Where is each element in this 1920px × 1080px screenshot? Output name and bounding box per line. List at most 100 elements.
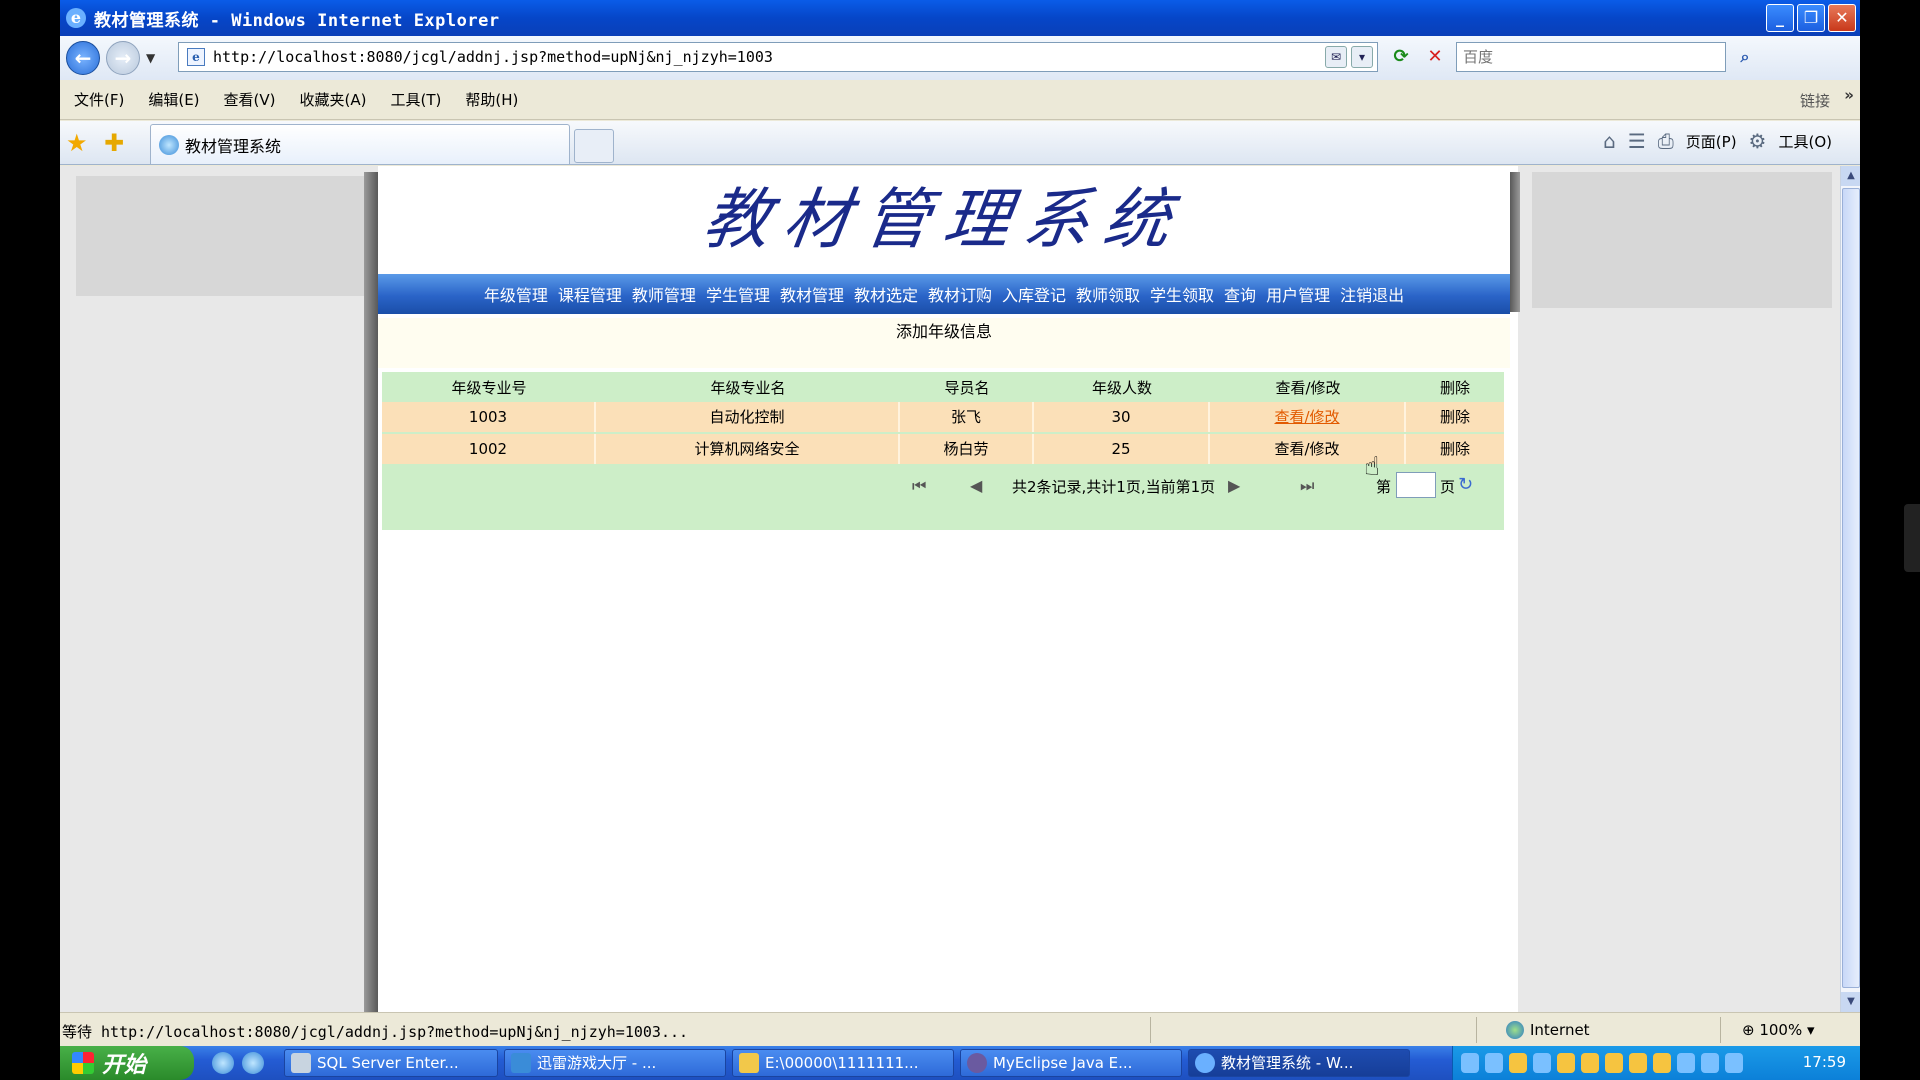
nav-student-receive[interactable]: 学生领取 <box>1150 282 1214 306</box>
menu-view[interactable]: 查看(V) <box>212 89 288 110</box>
scroll-down-icon[interactable]: ▼ <box>1841 992 1860 1012</box>
tray-app-icon[interactable] <box>1509 1053 1527 1073</box>
cell-id: 1003 <box>382 402 596 432</box>
search-box[interactable] <box>1456 42 1726 72</box>
view-edit-link-text[interactable]: 查看/修改 <box>1274 408 1339 426</box>
keyboard-icon[interactable] <box>1461 1053 1479 1073</box>
nav-teacher[interactable]: 教师管理 <box>632 282 696 306</box>
nav-query[interactable]: 查询 <box>1224 282 1256 306</box>
nav-grade[interactable]: 年级管理 <box>484 282 548 306</box>
site-banner: 教材管理系统 <box>378 170 1510 270</box>
page-icon: e <box>187 48 205 66</box>
menu-favorites[interactable]: 收藏夹(A) <box>288 89 379 110</box>
view-edit-link[interactable]: 查看/修改 <box>1210 402 1406 432</box>
task-myeclipse[interactable]: MyEclipse Java E... <box>960 1049 1182 1077</box>
menu-tools[interactable]: 工具(T) <box>378 89 453 110</box>
refresh-icon[interactable]: ⟳ <box>1388 44 1414 70</box>
task-sqlserver[interactable]: SQL Server Enter... <box>284 1049 498 1077</box>
first-page-icon[interactable]: ⏮ <box>912 476 926 496</box>
new-tab-button[interactable] <box>574 129 614 163</box>
gear-icon: ⚙ <box>1748 129 1767 153</box>
back-button[interactable]: ← <box>66 41 100 75</box>
search-input[interactable] <box>1457 43 1725 71</box>
xunlei-icon <box>511 1053 531 1073</box>
task-xunlei[interactable]: 迅雷游戏大厅 - ... <box>504 1049 726 1077</box>
nav-users[interactable]: 用户管理 <box>1266 282 1330 306</box>
delete-link[interactable]: 删除 <box>1406 434 1504 464</box>
command-buttons: ⌂ ☰ ⎙ 页面(P) ⚙ 工具(O) <box>1603 129 1832 153</box>
start-button[interactable]: 开始 <box>60 1046 194 1080</box>
restore-button[interactable]: ❐ <box>1797 4 1825 32</box>
tools-menu[interactable]: 工具(O) <box>1778 131 1832 152</box>
minimize-button[interactable]: _ <box>1766 4 1794 32</box>
nav-order[interactable]: 教材订购 <box>928 282 992 306</box>
next-page-icon[interactable]: ▶ <box>1228 476 1240 495</box>
scroll-thumb[interactable] <box>1842 188 1860 988</box>
nav-stock-in[interactable]: 入库登记 <box>1002 282 1066 306</box>
address-dropdown-icon[interactable]: ▾ <box>1351 46 1373 68</box>
page-viewport: 教材管理系统 年级管理 课程管理 教师管理 学生管理 教材管理 教材选定 教材订… <box>60 166 1840 1012</box>
history-dropdown-icon[interactable]: ▼ <box>146 51 155 65</box>
stop-icon[interactable]: ✕ <box>1422 44 1448 70</box>
links-label[interactable]: 链接 <box>1800 90 1830 111</box>
chevron-right-icon[interactable]: » <box>1844 86 1854 104</box>
print-icon[interactable]: ⎙ <box>1658 129 1674 153</box>
forward-button[interactable]: → <box>106 41 140 75</box>
qq-icon[interactable] <box>1653 1053 1671 1073</box>
cell-name: 计算机网络安全 <box>596 434 900 464</box>
clock[interactable]: 17:59 <box>1803 1053 1846 1071</box>
menu-file[interactable]: 文件(F) <box>62 89 136 110</box>
browser-tab[interactable]: 教材管理系统 <box>150 124 570 164</box>
volume-icon[interactable] <box>1701 1053 1719 1073</box>
feeds-icon[interactable]: ☰ <box>1628 129 1646 153</box>
prev-page-icon[interactable]: ◀ <box>970 476 982 495</box>
right-block <box>1532 172 1832 308</box>
tray-app-icon[interactable] <box>1533 1053 1551 1073</box>
home-icon[interactable]: ⌂ <box>1603 129 1616 153</box>
task-label: E:\00000\1111111... <box>765 1054 919 1072</box>
zoom-level[interactable]: ⊕ 100% ▾ <box>1742 1021 1815 1039</box>
add-grade-link[interactable]: 添加年级信息 <box>378 318 1510 368</box>
menu-edit[interactable]: 编辑(E) <box>136 89 211 110</box>
nav-course[interactable]: 课程管理 <box>558 282 622 306</box>
quicklaunch-ie-icon[interactable] <box>212 1052 234 1074</box>
network-icon[interactable] <box>1677 1053 1695 1073</box>
cell-advisor: 张飞 <box>900 402 1034 432</box>
address-url[interactable]: http://localhost:8080/jcgl/addnj.jsp?met… <box>213 48 773 66</box>
page-menu[interactable]: 页面(P) <box>1686 131 1737 152</box>
taskbar: 开始 SQL Server Enter... 迅雷游戏大厅 - ... E:\0… <box>60 1046 1860 1080</box>
header-name: 年级专业名 <box>710 378 786 397</box>
security-zone[interactable]: Internet <box>1506 1021 1590 1039</box>
quicklaunch-ie2-icon[interactable] <box>242 1052 264 1074</box>
delete-link[interactable]: 删除 <box>1406 402 1504 432</box>
chevron-left-icon[interactable] <box>1485 1053 1503 1073</box>
scroll-up-icon[interactable]: ▲ <box>1841 166 1860 186</box>
nav-textbook[interactable]: 教材管理 <box>780 282 844 306</box>
compat-icon[interactable]: ✉ <box>1325 46 1347 68</box>
favorites-star-icon[interactable]: ★ <box>66 129 88 157</box>
status-divider <box>1476 1017 1477 1043</box>
nav-select[interactable]: 教材选定 <box>854 282 918 306</box>
go-page-icon[interactable]: ↻ <box>1458 474 1473 495</box>
edge-widget[interactable] <box>1904 504 1920 572</box>
qq-icon[interactable] <box>1629 1053 1647 1073</box>
left-shadow <box>364 172 378 1012</box>
tray-app-icon[interactable] <box>1725 1053 1743 1073</box>
left-pane <box>60 166 378 1012</box>
qq-icon[interactable] <box>1557 1053 1575 1073</box>
qq-icon[interactable] <box>1581 1053 1599 1073</box>
nav-student[interactable]: 学生管理 <box>706 282 770 306</box>
nav-logout[interactable]: 注销退出 <box>1340 282 1404 306</box>
nav-teacher-receive[interactable]: 教师领取 <box>1076 282 1140 306</box>
address-bar[interactable]: e http://localhost:8080/jcgl/addnj.jsp?m… <box>178 42 1378 72</box>
task-browser[interactable]: 教材管理系统 - W... <box>1188 1049 1410 1077</box>
last-page-icon[interactable]: ⏭ <box>1300 476 1314 496</box>
qq-icon[interactable] <box>1605 1053 1623 1073</box>
search-icon[interactable]: ⌕ <box>1732 44 1758 70</box>
page-number-input[interactable] <box>1396 472 1436 498</box>
add-favorite-icon[interactable]: ✚ <box>104 129 124 157</box>
menu-help[interactable]: 帮助(H) <box>453 89 530 110</box>
close-button[interactable]: ✕ <box>1828 4 1856 32</box>
task-explorer[interactable]: E:\00000\1111111... <box>732 1049 954 1077</box>
vertical-scrollbar[interactable]: ▲ ▼ <box>1840 166 1860 1012</box>
